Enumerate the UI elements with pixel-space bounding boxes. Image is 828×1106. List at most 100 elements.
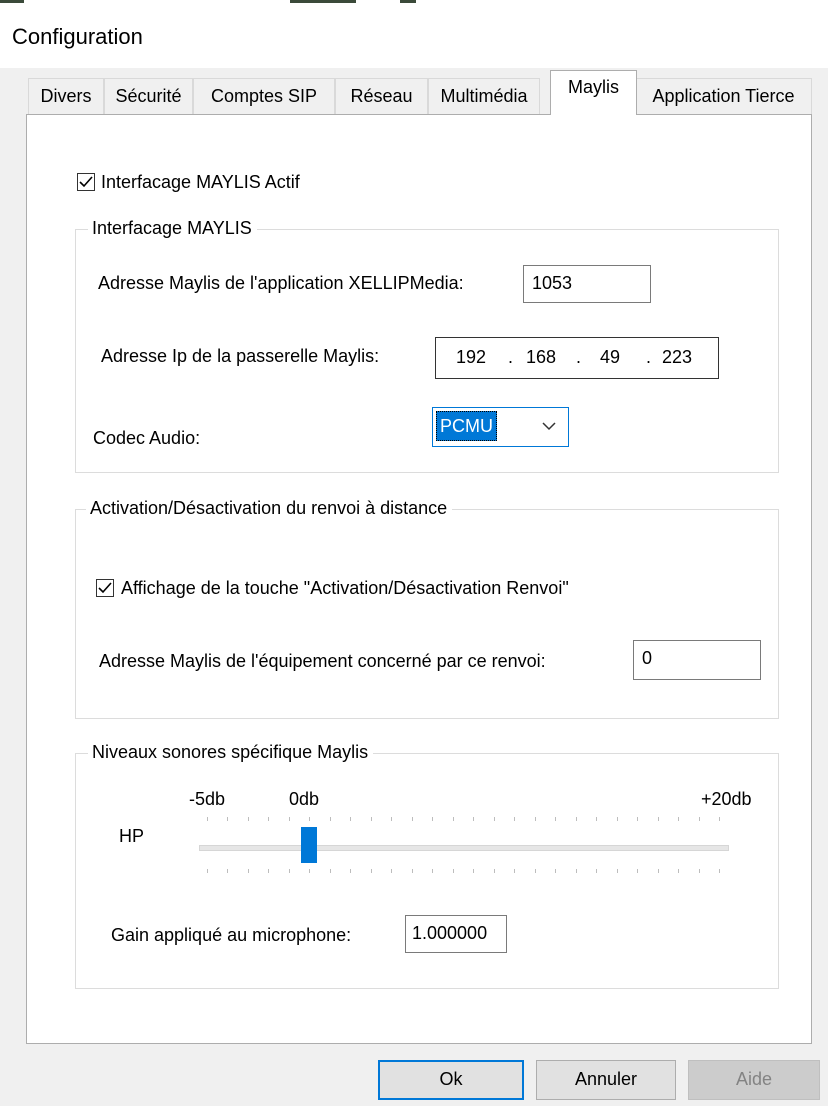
slider-tick (657, 869, 659, 873)
slider-tick (432, 869, 434, 873)
slider-tick (309, 869, 311, 873)
equipment-address-label: Adresse Maylis de l'équipement concerné … (99, 651, 546, 671)
renvoi-display-checkbox[interactable] (96, 579, 114, 597)
slider-tick (493, 869, 495, 873)
codec-audio-select[interactable]: PCMU (432, 407, 569, 447)
title-bar: Configuration (0, 0, 828, 68)
ip-octet-3[interactable]: 49 (600, 347, 620, 368)
slider-tick (534, 817, 536, 821)
slider-tick (370, 817, 372, 821)
slider-tick (411, 817, 413, 821)
slider-tick (207, 817, 208, 821)
cancel-button[interactable]: Annuler (536, 1060, 676, 1100)
slider-tick (370, 869, 372, 873)
ip-octet-4[interactable]: 223 (662, 347, 692, 368)
slider-tick (452, 869, 454, 873)
slider-tick (698, 817, 700, 821)
ip-octet-2[interactable]: 168 (526, 347, 556, 368)
checkmark-icon (98, 582, 112, 594)
slider-tick (534, 869, 536, 873)
slider-tick (432, 817, 434, 821)
tab-reseau[interactable]: Réseau (335, 78, 428, 114)
tab-maylis[interactable]: Maylis (550, 70, 637, 115)
chevron-down-icon (542, 422, 556, 431)
slider-tick (207, 869, 208, 873)
title-bar-accent (400, 0, 416, 3)
slider-tick (719, 817, 720, 821)
slider-tick (575, 817, 577, 821)
slider-tick (391, 817, 393, 821)
tab-comptes-sip[interactable]: Comptes SIP (193, 78, 335, 114)
sound-levels-group-legend: Niveaux sonores spécifique Maylis (88, 742, 374, 763)
slider-tick (616, 817, 618, 821)
slider-tick (657, 817, 659, 821)
slider-tick (555, 817, 557, 821)
title-bar-accent (290, 0, 356, 3)
slider-thumb[interactable] (301, 827, 318, 863)
gateway-ip-label: Adresse Ip de la passerelle Maylis: (101, 346, 380, 366)
slider-tick (350, 817, 352, 821)
slider-tick (596, 869, 598, 873)
slider-tick (329, 869, 331, 873)
interfacage-group-legend: Interfacage MAYLIS (88, 218, 257, 239)
tab-application-tierce[interactable]: Application Tierce (635, 78, 812, 114)
slider-tick (288, 869, 290, 873)
app-address-input[interactable]: 1053 (523, 265, 651, 303)
slider-tick (719, 869, 720, 873)
slider-tick (247, 817, 249, 821)
scale-zero-label: 0db (289, 789, 320, 809)
slider-tick (473, 869, 475, 873)
mic-gain-input[interactable]: 1.000000 (405, 915, 507, 953)
slider-tick (227, 869, 229, 873)
hp-label: HP (119, 826, 145, 846)
tab-securite[interactable]: Sécurité (104, 78, 193, 114)
scale-min-label: -5db (189, 789, 226, 809)
title-bar-accent (0, 0, 24, 3)
slider-tick (268, 869, 270, 873)
slider-tick (514, 869, 516, 873)
slider-tick (309, 817, 311, 821)
slider-tick (555, 869, 557, 873)
ip-separator: . (508, 347, 514, 367)
slider-tick (514, 817, 516, 821)
hp-volume-slider[interactable] (199, 815, 731, 875)
codec-audio-label: Codec Audio: (93, 428, 201, 448)
window-title: Configuration (12, 24, 143, 49)
slider-tick (678, 869, 680, 873)
slider-tick (678, 817, 680, 821)
slider-tick (227, 817, 229, 821)
slider-tick (637, 869, 639, 873)
slider-tick (391, 869, 393, 873)
slider-tick (575, 869, 577, 873)
gateway-ip-input[interactable]: 192 . 168 . 49 . 223 (435, 337, 719, 379)
slider-track (199, 845, 729, 851)
renvoi-group-legend: Activation/Désactivation du renvoi à dis… (86, 498, 453, 519)
maylis-tab-panel: Interfacage MAYLIS Actif Interfacage MAY… (26, 114, 812, 1044)
mic-gain-label: Gain appliqué au microphone: (111, 925, 352, 945)
ip-octet-1[interactable]: 192 (456, 347, 486, 368)
renvoi-display-label[interactable]: Affichage de la touche "Activation/Désac… (121, 578, 569, 599)
tab-divers[interactable]: Divers (28, 78, 104, 114)
slider-tick (493, 817, 495, 821)
codec-audio-selected-value: PCMU (436, 411, 497, 441)
slider-tick (616, 869, 618, 873)
tab-multimedia[interactable]: Multimédia (428, 78, 540, 114)
help-button[interactable]: Aide (688, 1060, 820, 1100)
slider-tick (329, 817, 331, 821)
renvoi-group: Activation/Désactivation du renvoi à dis… (75, 498, 779, 719)
slider-tick (473, 817, 475, 821)
slider-tick (637, 817, 639, 821)
ok-button[interactable]: Ok (378, 1060, 524, 1100)
slider-tick (452, 817, 454, 821)
slider-tick (288, 817, 290, 821)
slider-tick (268, 817, 270, 821)
slider-tick (247, 869, 249, 873)
slider-tick (350, 869, 352, 873)
slider-tick (698, 869, 700, 873)
ip-separator: . (646, 347, 652, 367)
ip-separator: . (576, 347, 582, 367)
maylis-active-label[interactable]: Interfacage MAYLIS Actif (101, 172, 300, 193)
equipment-address-input[interactable]: 0 (633, 640, 761, 680)
maylis-active-checkbox[interactable] (77, 173, 95, 191)
slider-tick (596, 817, 598, 821)
